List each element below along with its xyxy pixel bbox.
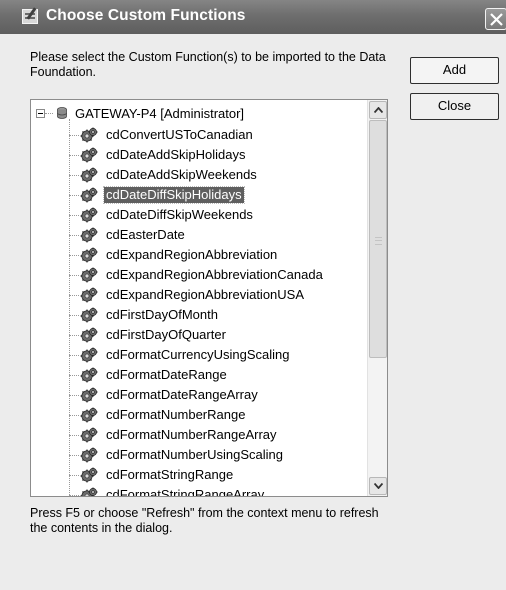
tree-item[interactable]: cdFormatNumberRangeArray (31, 425, 367, 445)
title-bar[interactable]: Choose Custom Functions (0, 0, 506, 34)
tree-item-label: cdEasterDate (106, 227, 185, 242)
tree-item-label: cdDateDiffSkipWeekends (106, 207, 253, 222)
tree-item[interactable]: cdFormatCurrencyUsingScaling (31, 345, 367, 365)
tree-connector (69, 315, 79, 316)
refresh-hint-text: Press F5 or choose "Refresh" from the co… (30, 506, 379, 535)
tree-root-label[interactable]: GATEWAY-P4 [Administrator] (75, 105, 244, 122)
tree-connector (69, 435, 79, 436)
custom-function-icon (80, 327, 98, 343)
custom-function-icon (80, 367, 98, 383)
tree-connector (69, 295, 79, 296)
tree-item[interactable]: cdFormatDateRangeArray (31, 385, 367, 405)
tree-item-label: cdExpandRegionAbbreviationUSA (106, 287, 305, 302)
custom-function-icon (80, 127, 98, 143)
custom-function-icon (80, 267, 98, 283)
tree-item[interactable]: cdFirstDayOfQuarter (31, 325, 367, 345)
add-button[interactable]: Add (410, 57, 499, 84)
scroll-down-arrow-icon[interactable] (369, 477, 387, 495)
custom-function-icon (80, 247, 98, 263)
custom-function-icon (80, 467, 98, 483)
dialog-title: Choose Custom Functions (46, 7, 246, 24)
tree-item[interactable]: cdFormatNumberUsingScaling (31, 445, 367, 465)
tree-connector (69, 175, 79, 176)
scrollbar-thumb[interactable] (369, 120, 387, 358)
tree-connector (69, 255, 79, 256)
tree-item[interactable]: cdExpandRegionAbbreviationCanada (31, 265, 367, 285)
custom-function-icon (80, 447, 98, 463)
close-icon[interactable] (485, 8, 506, 30)
tree-connector (69, 215, 79, 216)
tree-connector (69, 235, 79, 236)
custom-function-icon (80, 167, 98, 183)
custom-function-icon (80, 147, 98, 163)
instructions-text: Please select the Custom Function(s) to … (30, 50, 386, 79)
tree-content: GATEWAY-P4 [Administrator] cdConvertUSTo… (31, 100, 367, 496)
tree-item-label: cdDateAddSkipWeekends (106, 167, 257, 182)
tree-item[interactable]: cdFormatNumberRange (31, 405, 367, 425)
scrollbar-grip (375, 237, 382, 245)
custom-function-icon (80, 207, 98, 223)
tree-connector (69, 135, 79, 136)
tree-connector (45, 113, 53, 114)
tree-connector (69, 415, 79, 416)
tree-item-label: cdFormatNumberUsingScaling (106, 447, 284, 462)
tree-item[interactable]: cdFormatDateRange (31, 365, 367, 385)
tree-connector (69, 335, 79, 336)
tree-item[interactable]: cdFirstDayOfMonth (31, 305, 367, 325)
tree-item-label: cdFormatStringRange (106, 467, 234, 482)
tree-item[interactable]: cdDateAddSkipWeekends (31, 165, 367, 185)
custom-function-icon (80, 387, 98, 403)
choose-custom-functions-dialog: Choose Custom Functions Please select th… (0, 0, 506, 590)
tree-connector (69, 375, 79, 376)
tree-item[interactable]: cdDateDiffSkipHolidays (31, 185, 367, 205)
custom-function-icon (80, 427, 98, 443)
tree-connector (69, 455, 79, 456)
custom-function-icon (80, 287, 98, 303)
tree-item-label: cdFormatStringRangeArray (106, 487, 265, 496)
tree-item-label: cdFormatCurrencyUsingScaling (106, 347, 290, 362)
database-icon (57, 107, 67, 119)
tree-item[interactable]: cdDateDiffSkipWeekends (31, 205, 367, 225)
tree-connector (69, 155, 79, 156)
tree-item[interactable]: cdFormatStringRangeArray (31, 485, 367, 496)
tree-item[interactable]: cdExpandRegionAbbreviation (31, 245, 367, 265)
tree-item-label: cdDateAddSkipHolidays (106, 147, 246, 162)
tree-scrollbar[interactable] (367, 100, 387, 496)
tree-item-label: cdExpandRegionAbbreviation (106, 247, 278, 262)
custom-function-icon (80, 307, 98, 323)
tree-connector (69, 395, 79, 396)
scroll-up-arrow-icon[interactable] (369, 101, 387, 119)
tree-connector (69, 355, 79, 356)
tree-item[interactable]: cdConvertUSToCanadian (31, 125, 367, 145)
tree-item-label: cdFirstDayOfQuarter (106, 327, 226, 342)
tree-connector (69, 495, 79, 496)
tree-item-label: cdFormatNumberRange (106, 407, 246, 422)
tree-item-label: cdFirstDayOfMonth (106, 307, 218, 322)
tree-item-label: cdFormatNumberRangeArray (106, 427, 277, 442)
tree-item-label: cdFormatDateRangeArray (106, 387, 258, 402)
collapse-minus-icon[interactable] (36, 109, 45, 118)
custom-function-icon (80, 487, 98, 496)
custom-function-icon (80, 407, 98, 423)
custom-function-icon (80, 187, 98, 203)
tree-item[interactable]: cdFormatStringRange (31, 465, 367, 485)
tree-connector (69, 275, 79, 276)
tree-item-label: cdDateDiffSkipHolidays (103, 186, 245, 204)
custom-function-icon (80, 227, 98, 243)
tree-item[interactable]: cdEasterDate (31, 225, 367, 245)
tree-item-label: cdExpandRegionAbbreviationCanada (106, 267, 323, 282)
tree-connector (69, 195, 79, 196)
tree-item[interactable]: cdExpandRegionAbbreviationUSA (31, 285, 367, 305)
close-button[interactable]: Close (410, 93, 499, 120)
custom-function-icon (80, 347, 98, 363)
dialog-app-icon (22, 9, 38, 24)
tree-connector (69, 475, 79, 476)
tree-item[interactable]: cdDateAddSkipHolidays (31, 145, 367, 165)
tree-item-label: cdConvertUSToCanadian (106, 127, 253, 142)
function-tree[interactable]: GATEWAY-P4 [Administrator] cdConvertUSTo… (30, 99, 388, 497)
tree-item-label: cdFormatDateRange (106, 367, 227, 382)
